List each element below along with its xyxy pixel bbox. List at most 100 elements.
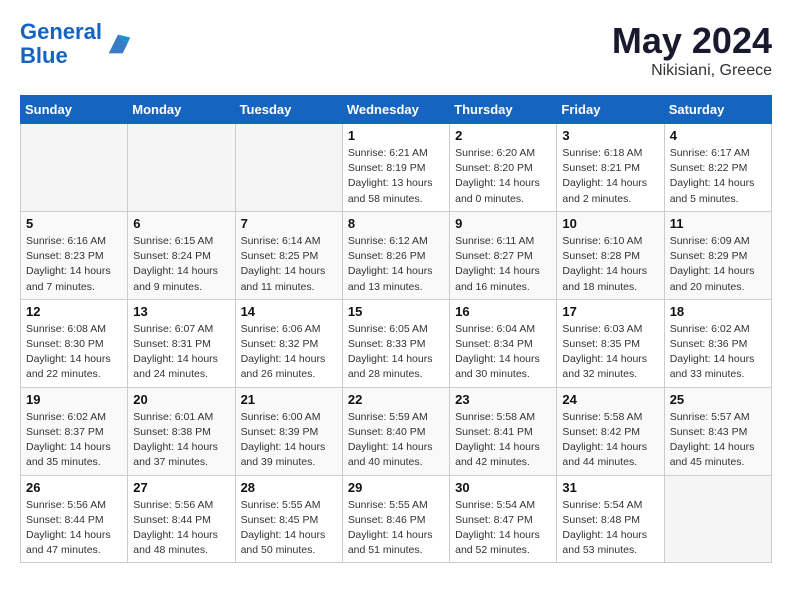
day-info: Sunrise: 6:06 AMSunset: 8:32 PMDaylight:… bbox=[241, 322, 337, 383]
day-number: 22 bbox=[348, 392, 444, 407]
calendar-cell: 28Sunrise: 5:55 AMSunset: 8:45 PMDayligh… bbox=[235, 475, 342, 563]
calendar-cell: 2 Sunrise: 6:20 AMSunset: 8:20 PMDaylight… bbox=[450, 124, 557, 212]
calendar-cell bbox=[664, 475, 771, 563]
day-of-week-header: Sunday bbox=[21, 96, 128, 124]
calendar-header: SundayMondayTuesdayWednesdayThursdayFrid… bbox=[21, 96, 772, 124]
calendar-cell: 11 Sunrise: 6:09 AMSunset: 8:29 PMDayligh… bbox=[664, 211, 771, 299]
calendar-cell: 22 Sunrise: 5:59 AMSunset: 8:40 PMDayligh… bbox=[342, 387, 449, 475]
day-info: Sunrise: 6:21 AMSunset: 8:19 PMDaylight:… bbox=[348, 146, 444, 207]
calendar-cell: 1 Sunrise: 6:21 AMSunset: 8:19 PMDaylight… bbox=[342, 124, 449, 212]
day-number: 4 bbox=[670, 128, 766, 143]
calendar-cell: 10 Sunrise: 6:10 AMSunset: 8:28 PMDayligh… bbox=[557, 211, 664, 299]
day-number: 8 bbox=[348, 216, 444, 231]
day-info: Sunrise: 5:55 AMSunset: 8:45 PMDaylight:… bbox=[241, 498, 337, 559]
day-number: 27 bbox=[133, 480, 229, 495]
calendar-cell: 20 Sunrise: 6:01 AMSunset: 8:38 PMDayligh… bbox=[128, 387, 235, 475]
day-info: Sunrise: 5:59 AMSunset: 8:40 PMDaylight:… bbox=[348, 410, 444, 471]
day-info: Sunrise: 6:09 AMSunset: 8:29 PMDaylight:… bbox=[670, 234, 766, 295]
calendar-week-row: 1 Sunrise: 6:21 AMSunset: 8:19 PMDaylight… bbox=[21, 124, 772, 212]
day-info: Sunrise: 6:10 AMSunset: 8:28 PMDaylight:… bbox=[562, 234, 658, 295]
calendar-cell: 29 Sunrise: 5:55 AMSunset: 8:46 PMDayligh… bbox=[342, 475, 449, 563]
calendar-cell: 13Sunrise: 6:07 AMSunset: 8:31 PMDayligh… bbox=[128, 299, 235, 387]
calendar-cell: 25 Sunrise: 5:57 AMSunset: 8:43 PMDayligh… bbox=[664, 387, 771, 475]
day-info: Sunrise: 5:58 AMSunset: 8:42 PMDaylight:… bbox=[562, 410, 658, 471]
day-number: 6 bbox=[133, 216, 229, 231]
day-of-week-header: Monday bbox=[128, 96, 235, 124]
day-info: Sunrise: 5:56 AMSunset: 8:44 PMDaylight:… bbox=[26, 498, 122, 559]
calendar-week-row: 12 Sunrise: 6:08 AMSunset: 8:30 PMDayligh… bbox=[21, 299, 772, 387]
calendar-cell: 27 Sunrise: 5:56 AMSunset: 8:44 PMDayligh… bbox=[128, 475, 235, 563]
day-info: Sunrise: 5:54 AMSunset: 8:47 PMDaylight:… bbox=[455, 498, 551, 559]
day-number: 29 bbox=[348, 480, 444, 495]
calendar-cell: 4 Sunrise: 6:17 AMSunset: 8:22 PMDaylight… bbox=[664, 124, 771, 212]
day-info: Sunrise: 6:04 AMSunset: 8:34 PMDaylight:… bbox=[455, 322, 551, 383]
day-of-week-header: Friday bbox=[557, 96, 664, 124]
day-number: 9 bbox=[455, 216, 551, 231]
day-info: Sunrise: 6:18 AMSunset: 8:21 PMDaylight:… bbox=[562, 146, 658, 207]
day-info: Sunrise: 6:08 AMSunset: 8:30 PMDaylight:… bbox=[26, 322, 122, 383]
calendar-cell: 17Sunrise: 6:03 AMSunset: 8:35 PMDayligh… bbox=[557, 299, 664, 387]
calendar-cell: 7 Sunrise: 6:14 AMSunset: 8:25 PMDaylight… bbox=[235, 211, 342, 299]
day-number: 1 bbox=[348, 128, 444, 143]
day-number: 18 bbox=[670, 304, 766, 319]
day-number: 11 bbox=[670, 216, 766, 231]
day-number: 7 bbox=[241, 216, 337, 231]
calendar-cell: 5 Sunrise: 6:16 AMSunset: 8:23 PMDaylight… bbox=[21, 211, 128, 299]
day-info: Sunrise: 5:56 AMSunset: 8:44 PMDaylight:… bbox=[133, 498, 229, 559]
day-number: 13 bbox=[133, 304, 229, 319]
day-number: 3 bbox=[562, 128, 658, 143]
day-info: Sunrise: 6:12 AMSunset: 8:26 PMDaylight:… bbox=[348, 234, 444, 295]
day-number: 10 bbox=[562, 216, 658, 231]
day-info: Sunrise: 6:05 AMSunset: 8:33 PMDaylight:… bbox=[348, 322, 444, 383]
day-info: Sunrise: 6:11 AMSunset: 8:27 PMDaylight:… bbox=[455, 234, 551, 295]
main-title: May 2024 bbox=[612, 20, 772, 62]
day-of-week-header: Wednesday bbox=[342, 96, 449, 124]
day-of-week-header: Thursday bbox=[450, 96, 557, 124]
day-info: Sunrise: 5:57 AMSunset: 8:43 PMDaylight:… bbox=[670, 410, 766, 471]
day-number: 2 bbox=[455, 128, 551, 143]
day-info: Sunrise: 6:02 AMSunset: 8:37 PMDaylight:… bbox=[26, 410, 122, 471]
day-number: 12 bbox=[26, 304, 122, 319]
calendar-cell: 26 Sunrise: 5:56 AMSunset: 8:44 PMDayligh… bbox=[21, 475, 128, 563]
day-number: 26 bbox=[26, 480, 122, 495]
logo-text: General Blue bbox=[20, 20, 102, 68]
day-info: Sunrise: 6:02 AMSunset: 8:36 PMDaylight:… bbox=[670, 322, 766, 383]
day-info: Sunrise: 6:16 AMSunset: 8:23 PMDaylight:… bbox=[26, 234, 122, 295]
day-number: 14 bbox=[241, 304, 337, 319]
calendar-cell: 15 Sunrise: 6:05 AMSunset: 8:33 PMDayligh… bbox=[342, 299, 449, 387]
calendar-cell: 19Sunrise: 6:02 AMSunset: 8:37 PMDayligh… bbox=[21, 387, 128, 475]
day-info: Sunrise: 5:58 AMSunset: 8:41 PMDaylight:… bbox=[455, 410, 551, 471]
calendar-week-row: 26 Sunrise: 5:56 AMSunset: 8:44 PMDayligh… bbox=[21, 475, 772, 563]
title-block: May 2024 Nikisiani, Greece bbox=[612, 20, 772, 80]
calendar-cell: 8 Sunrise: 6:12 AMSunset: 8:26 PMDaylight… bbox=[342, 211, 449, 299]
day-number: 25 bbox=[670, 392, 766, 407]
calendar-table: SundayMondayTuesdayWednesdayThursdayFrid… bbox=[20, 95, 772, 563]
calendar-cell: 16Sunrise: 6:04 AMSunset: 8:34 PMDayligh… bbox=[450, 299, 557, 387]
days-of-week-row: SundayMondayTuesdayWednesdayThursdayFrid… bbox=[21, 96, 772, 124]
calendar-cell: 6 Sunrise: 6:15 AMSunset: 8:24 PMDaylight… bbox=[128, 211, 235, 299]
day-number: 20 bbox=[133, 392, 229, 407]
day-of-week-header: Tuesday bbox=[235, 96, 342, 124]
day-number: 21 bbox=[241, 392, 337, 407]
calendar-cell: 14 Sunrise: 6:06 AMSunset: 8:32 PMDayligh… bbox=[235, 299, 342, 387]
day-number: 15 bbox=[348, 304, 444, 319]
calendar-cell: 31 Sunrise: 5:54 AMSunset: 8:48 PMDayligh… bbox=[557, 475, 664, 563]
day-number: 17 bbox=[562, 304, 658, 319]
day-info: Sunrise: 6:15 AMSunset: 8:24 PMDaylight:… bbox=[133, 234, 229, 295]
day-info: Sunrise: 5:54 AMSunset: 8:48 PMDaylight:… bbox=[562, 498, 658, 559]
day-info: Sunrise: 6:17 AMSunset: 8:22 PMDaylight:… bbox=[670, 146, 766, 207]
day-info: Sunrise: 6:01 AMSunset: 8:38 PMDaylight:… bbox=[133, 410, 229, 471]
calendar-cell: 12 Sunrise: 6:08 AMSunset: 8:30 PMDayligh… bbox=[21, 299, 128, 387]
calendar-cell: 18 Sunrise: 6:02 AMSunset: 8:36 PMDayligh… bbox=[664, 299, 771, 387]
day-info: Sunrise: 6:14 AMSunset: 8:25 PMDaylight:… bbox=[241, 234, 337, 295]
day-number: 31 bbox=[562, 480, 658, 495]
day-info: Sunrise: 6:20 AMSunset: 8:20 PMDaylight:… bbox=[455, 146, 551, 207]
day-number: 24 bbox=[562, 392, 658, 407]
calendar-cell: 23Sunrise: 5:58 AMSunset: 8:41 PMDayligh… bbox=[450, 387, 557, 475]
day-number: 5 bbox=[26, 216, 122, 231]
day-info: Sunrise: 5:55 AMSunset: 8:46 PMDaylight:… bbox=[348, 498, 444, 559]
calendar-cell: 30 Sunrise: 5:54 AMSunset: 8:47 PMDayligh… bbox=[450, 475, 557, 563]
calendar-cell bbox=[21, 124, 128, 212]
day-number: 30 bbox=[455, 480, 551, 495]
calendar-week-row: 5 Sunrise: 6:16 AMSunset: 8:23 PMDaylight… bbox=[21, 211, 772, 299]
